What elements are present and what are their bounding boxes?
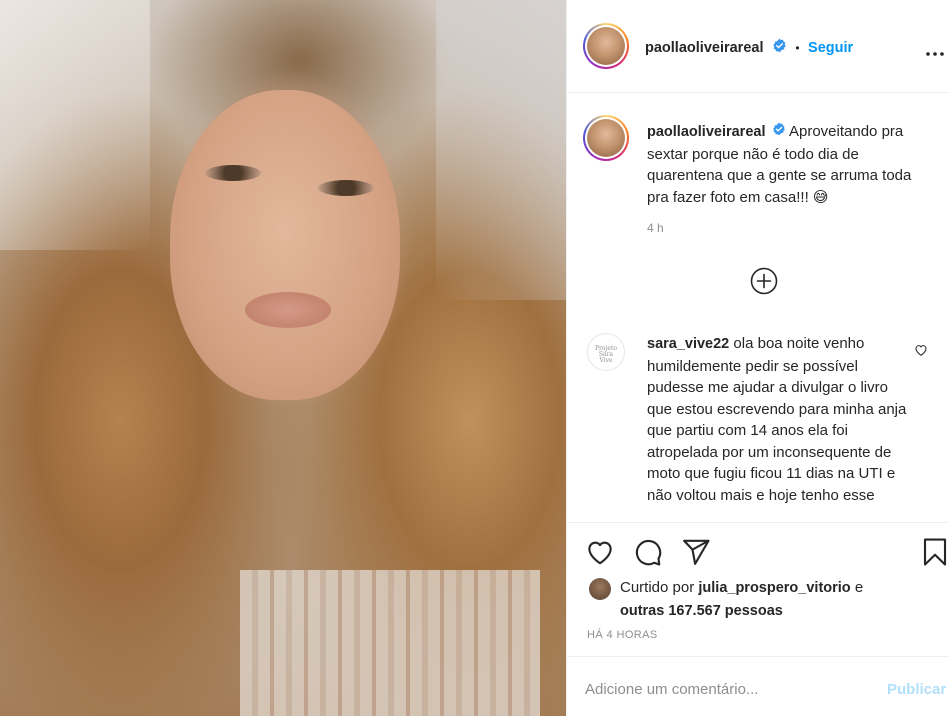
likes-conjunction: e xyxy=(854,579,864,596)
comment-avatar-logo-text: Projeto Sara Vive xyxy=(595,345,617,364)
likes-others-link[interactable]: outras 167.567 pessoas xyxy=(620,603,783,619)
comment: sara_vive22 ola boa noite venho humildem… xyxy=(647,333,907,506)
post-header: paollaoliveirareal • Seguir xyxy=(567,0,949,93)
comments-scroll-area[interactable]: paollaoliveirareal Aproveitando pra sext… xyxy=(567,93,949,521)
header-separator: • xyxy=(795,41,800,56)
caption-username[interactable]: paollaoliveirareal xyxy=(647,124,765,140)
heart-icon[interactable] xyxy=(585,537,615,567)
post-time[interactable]: HÁ 4 HORAS xyxy=(587,629,658,641)
photo-background-shadow xyxy=(436,0,566,300)
photo-lips xyxy=(245,292,331,328)
verified-badge-icon xyxy=(772,38,787,58)
comment-username[interactable]: sara_vive22 xyxy=(647,336,729,352)
bookmark-icon[interactable] xyxy=(920,537,949,567)
caption-timestamp[interactable]: 4 h xyxy=(647,221,664,235)
publish-button[interactable]: Publicar xyxy=(887,681,946,698)
comment-form: Publicar xyxy=(567,656,949,717)
liker-avatar[interactable] xyxy=(589,578,611,600)
likes-user-link[interactable]: julia_prospero_vitorio xyxy=(698,580,850,596)
paper-plane-icon[interactable] xyxy=(681,537,711,567)
comment-body: ola boa noite venho humildemente pedir s… xyxy=(647,335,907,504)
comment-input[interactable] xyxy=(585,681,855,698)
header-avatar[interactable] xyxy=(583,23,629,69)
comment-bubble-icon[interactable] xyxy=(633,537,663,567)
photo-shirt xyxy=(240,570,540,716)
caption: paollaoliveirareal Aproveitando pra sext… xyxy=(647,121,927,208)
post-side-panel: paollaoliveirareal • Seguir paollaolivei… xyxy=(566,0,949,716)
verified-badge-icon xyxy=(772,121,786,143)
photo-face xyxy=(170,90,400,400)
plus-circle-icon[interactable] xyxy=(750,267,778,295)
comment-avatar[interactable]: Projeto Sara Vive xyxy=(587,333,625,371)
likes-prefix: Curtido por xyxy=(620,579,695,596)
post-photo[interactable] xyxy=(0,0,566,716)
likes-summary: Curtido por julia_prospero_vitorio e out… xyxy=(567,574,949,619)
follow-button[interactable]: Seguir xyxy=(808,40,853,56)
caption-avatar[interactable] xyxy=(583,115,629,161)
comment-heart-icon[interactable] xyxy=(914,343,928,357)
photo-background-light xyxy=(0,0,150,250)
more-options-icon[interactable] xyxy=(925,44,945,56)
photo-eye-right xyxy=(318,180,374,196)
header-username[interactable]: paollaoliveirareal xyxy=(645,40,763,56)
likes-text: Curtido por julia_prospero_vitorio e out… xyxy=(620,577,940,622)
photo-eye-left xyxy=(205,165,261,181)
